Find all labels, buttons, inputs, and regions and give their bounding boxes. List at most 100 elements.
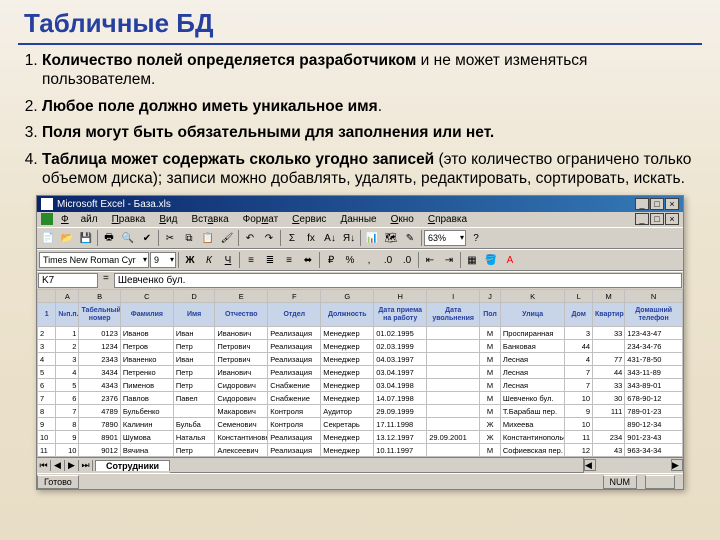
cell[interactable]: 77 — [593, 353, 625, 366]
cell[interactable]: Менеджер — [321, 444, 374, 457]
cell[interactable]: Реализация — [268, 431, 321, 444]
tab-next-icon[interactable]: ▶ — [65, 460, 79, 471]
cell[interactable]: 11 — [565, 431, 593, 444]
close-button[interactable]: × — [665, 198, 679, 210]
cell[interactable]: Петр — [173, 366, 214, 379]
cell[interactable]: М — [480, 340, 501, 353]
fx-icon[interactable]: fx — [302, 229, 320, 247]
paste-icon[interactable]: 📋 — [199, 229, 217, 247]
cell[interactable] — [427, 418, 480, 431]
cell[interactable]: 8 — [56, 418, 79, 431]
menu-view[interactable]: Вид — [153, 213, 183, 226]
row-header[interactable]: 2 — [38, 327, 56, 340]
help-icon[interactable]: ? — [467, 229, 485, 247]
cell[interactable]: 04.03.1997 — [374, 353, 427, 366]
cell[interactable] — [427, 379, 480, 392]
hscroll-left-icon[interactable]: ◀ — [584, 459, 596, 471]
formula-bar[interactable]: Шевченко бул. — [114, 273, 682, 288]
cell[interactable]: 343-11-89 — [625, 366, 683, 379]
cell[interactable]: Реализация — [268, 366, 321, 379]
column-header[interactable]: Отчество — [215, 303, 268, 327]
row-header[interactable]: 9 — [38, 418, 56, 431]
cell[interactable]: 13.12.1997 — [374, 431, 427, 444]
cell[interactable]: Секретарь — [321, 418, 374, 431]
name-box[interactable]: K7 — [38, 273, 98, 288]
align-center-icon[interactable]: ≣ — [261, 251, 279, 269]
cell[interactable]: 9012 — [79, 444, 120, 457]
cell[interactable]: Петров — [120, 340, 173, 353]
cell[interactable]: 44 — [593, 366, 625, 379]
cell[interactable]: М — [480, 444, 501, 457]
cell[interactable]: 10.11.1997 — [374, 444, 427, 457]
cell[interactable]: 14.07.1998 — [374, 392, 427, 405]
column-header[interactable]: Дата увольнения — [427, 303, 480, 327]
cell[interactable]: Константиновна — [215, 431, 268, 444]
chart-icon[interactable]: 📊 — [363, 229, 381, 247]
menu-data[interactable]: Данные — [334, 213, 382, 226]
cell[interactable]: Менеджер — [321, 353, 374, 366]
cell[interactable]: 5 — [56, 379, 79, 392]
cell[interactable]: М — [480, 405, 501, 418]
row-header[interactable]: 10 — [38, 431, 56, 444]
cell[interactable]: Сидорович — [215, 392, 268, 405]
cell[interactable]: 33 — [593, 327, 625, 340]
cell[interactable]: Реализация — [268, 444, 321, 457]
column-header[interactable]: Улица — [500, 303, 565, 327]
font-size-combo[interactable]: 9 — [150, 252, 176, 268]
copy-icon[interactable]: ⧉ — [180, 229, 198, 247]
col-M[interactable]: M — [593, 290, 625, 303]
menu-edit[interactable]: Правка — [106, 213, 152, 226]
cell[interactable]: Михеева — [500, 418, 565, 431]
align-left-icon[interactable]: ≡ — [242, 251, 260, 269]
cell[interactable]: 17.11.1998 — [374, 418, 427, 431]
cell[interactable]: Петренко — [120, 366, 173, 379]
cell[interactable]: Бульба — [173, 418, 214, 431]
worksheet-grid[interactable]: A B C D E F G H I J K L M N 1№п.п.Табель… — [37, 289, 683, 457]
print-icon[interactable]: 🖶 — [100, 229, 118, 247]
cell[interactable]: 3 — [56, 353, 79, 366]
indent-inc-icon[interactable]: ⇥ — [440, 251, 458, 269]
cell[interactable]: 111 — [593, 405, 625, 418]
borders-icon[interactable]: ▦ — [463, 251, 481, 269]
col-I[interactable]: I — [427, 290, 480, 303]
format-painter-icon[interactable]: 🖌 — [218, 229, 236, 247]
column-header[interactable]: Табельный номер — [79, 303, 120, 327]
column-header[interactable]: Дом — [565, 303, 593, 327]
cell[interactable]: 7 — [56, 405, 79, 418]
cell[interactable]: 789-01-23 — [625, 405, 683, 418]
col-B[interactable]: B — [79, 290, 120, 303]
cell[interactable]: Павел — [173, 392, 214, 405]
align-right-icon[interactable]: ≡ — [280, 251, 298, 269]
dec-decimal-icon[interactable]: .0 — [398, 251, 416, 269]
cell[interactable]: 123-43-47 — [625, 327, 683, 340]
col-N[interactable]: N — [625, 290, 683, 303]
underline-icon[interactable]: Ч — [219, 251, 237, 269]
cell[interactable]: 234-34-76 — [625, 340, 683, 353]
row-header[interactable]: 4 — [38, 353, 56, 366]
fill-color-icon[interactable]: 🪣 — [482, 251, 500, 269]
cell[interactable]: Наталья — [173, 431, 214, 444]
cell[interactable]: Алексеевич — [215, 444, 268, 457]
tab-first-icon[interactable]: ⏮ — [37, 460, 51, 471]
cell[interactable]: Сидорович — [215, 379, 268, 392]
select-all-corner[interactable] — [38, 290, 56, 303]
cell[interactable]: 2 — [56, 340, 79, 353]
sort-desc-icon[interactable]: Я↓ — [340, 229, 358, 247]
column-header[interactable]: Пол — [480, 303, 501, 327]
tab-prev-icon[interactable]: ◀ — [51, 460, 65, 471]
cell[interactable]: Петрович — [215, 353, 268, 366]
cell[interactable]: Реализация — [268, 327, 321, 340]
cell[interactable]: 4343 — [79, 379, 120, 392]
redo-icon[interactable]: ↷ — [260, 229, 278, 247]
row-header[interactable]: 8 — [38, 405, 56, 418]
cell[interactable]: Лесная — [500, 353, 565, 366]
cell[interactable]: Иван — [173, 327, 214, 340]
col-J[interactable]: J — [480, 290, 501, 303]
cell[interactable]: 9 — [56, 431, 79, 444]
cell[interactable]: 7 — [565, 366, 593, 379]
cell[interactable]: Иванов — [120, 327, 173, 340]
menu-file[interactable]: Файл — [55, 213, 104, 226]
row-header[interactable]: 7 — [38, 392, 56, 405]
drawing-icon[interactable]: ✎ — [401, 229, 419, 247]
cell[interactable]: Лесная — [500, 379, 565, 392]
